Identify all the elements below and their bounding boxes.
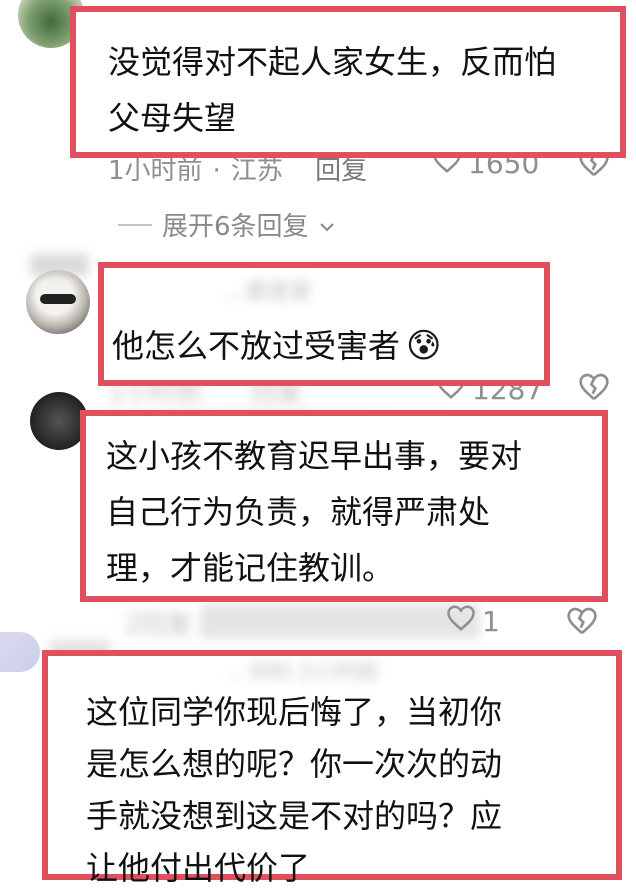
highlighted-comment-box: …都是爱 他怎么不放过受害者 😰 xyxy=(98,262,550,386)
avatar[interactable] xyxy=(0,632,40,672)
comment-text-line: 是怎么想的呢？你一次次的动 xyxy=(86,745,503,783)
like-button[interactable]: 1 xyxy=(446,604,500,639)
comment-text: 他怎么不放过受害者 xyxy=(112,327,401,365)
avatar[interactable] xyxy=(26,270,90,334)
highlighted-comment-box: …990 2小时前 这位同学你现后悔了，当初你 是怎么想的呢？你一次次的动 手就… xyxy=(42,650,622,887)
comment-text-line: 这位同学你现后悔了，当初你 xyxy=(86,693,503,731)
comment-text-line: 自己行为负责，就得严肃处 xyxy=(106,493,491,531)
expand-replies-label: 展开6条回复 xyxy=(162,212,309,242)
comment-username[interactable]: …都是爱 xyxy=(224,274,312,306)
highlighted-comment-box: 这小孩不教育迟早出事，要对 自己行为负责，就得严肃处 理，才能记住教训。 xyxy=(80,410,608,602)
like-count: 1 xyxy=(482,605,500,638)
comment-text-line: 手就没想到这是不对的吗？应 xyxy=(86,797,503,835)
reply-button[interactable]: 回复 xyxy=(315,156,367,186)
comment-text-line: 理，才能记住教训。 xyxy=(106,549,395,587)
comment-text-line: 父母失望 xyxy=(108,99,237,137)
expand-replies-button[interactable]: 展开6条回复 xyxy=(118,206,335,243)
comment-user-meta: …990 2小时前 xyxy=(228,660,379,685)
comment-text-line: 这小孩不教育迟早出事，要对 xyxy=(106,437,523,475)
broken-heart-icon[interactable] xyxy=(566,606,598,640)
heart-icon xyxy=(446,604,476,639)
reply-button[interactable]: 2回复 xyxy=(124,610,193,640)
comment-text-line: 没觉得对不起人家女生，反而怕 xyxy=(108,43,557,81)
chevron-down-icon xyxy=(319,210,335,240)
comment-meta: 2回复 xyxy=(124,604,193,641)
divider-line xyxy=(118,223,152,226)
highlighted-comment-box: 没觉得对不起人家女生，反而怕 父母失望 xyxy=(70,6,626,158)
crying-emoji-icon: 😰 xyxy=(406,326,442,366)
blurred-area xyxy=(200,604,480,638)
broken-heart-icon[interactable] xyxy=(578,372,610,406)
blurred-username xyxy=(30,254,88,276)
comment-time: 1小时前 xyxy=(108,156,203,186)
comment-location: 江苏 xyxy=(230,156,283,186)
